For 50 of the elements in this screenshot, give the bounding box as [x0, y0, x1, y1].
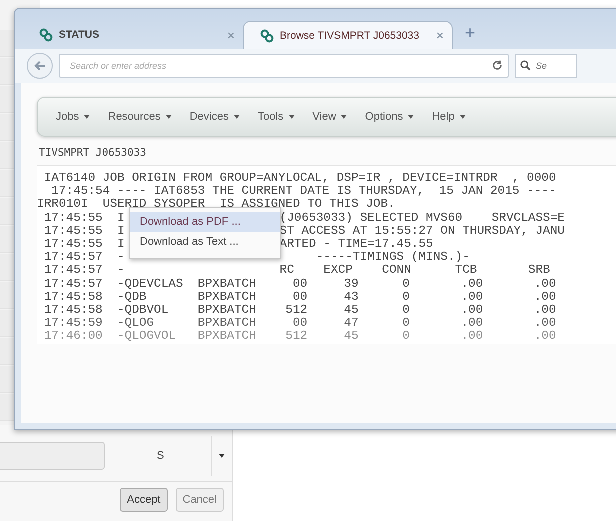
- log-line: IRR010I USERID SYSOPER IS ASSIGNED TO THIS JOB.: [37, 198, 396, 212]
- caret-icon: [341, 115, 348, 119]
- log-line: ARTED - TIME=17.45.55: [280, 238, 434, 252]
- log-line: 17:45:55 I: [43, 224, 125, 238]
- log-line: 17:45:57 -: [43, 264, 125, 278]
- log-line: 17:45:55 I: [43, 238, 125, 252]
- log-line: -----TIMINGS (MINS.)-: [315, 251, 470, 264]
- menu-item[interactable]: Download as Text ...: [130, 232, 280, 252]
- search-field[interactable]: Se: [515, 54, 577, 78]
- address-field[interactable]: Search or enter address: [59, 54, 509, 78]
- input-field[interactable]: [0, 442, 105, 470]
- browser-tab[interactable]: STATUS ×: [23, 21, 243, 49]
- back-arrow-icon: [34, 60, 46, 72]
- cancel-button[interactable]: Cancel: [176, 488, 224, 512]
- log-line: (J0653033) SELECTED MVS60 SRVCLASS=E: [280, 212, 565, 225]
- browser-tab[interactable]: Browse TIVSMPRT J0653033 ×: [243, 21, 453, 49]
- menu-button[interactable]: Help: [430, 109, 468, 125]
- menu-button[interactable]: Devices: [188, 109, 242, 125]
- log-line: 17:45:58 -QDBVOL BPXBATCH 512 45 0 .00 .00: [43, 304, 556, 318]
- log-line: 17:45:57 -QDEVCLAS BPXBATCH 00 39 0 .00 .00: [43, 278, 556, 291]
- job-title: TIVSMPRT J0653033: [39, 147, 148, 159]
- menu-button[interactable]: View: [310, 109, 350, 125]
- log-line: ST ACCESS AT 15:55:27 ON THURSDAY, JANU: [280, 224, 565, 238]
- log-line: 17:45:59 -QLOG BPXBATCH 00 47 0 .00 .00: [43, 317, 556, 330]
- link-icon: [39, 28, 53, 42]
- caret-icon: [84, 115, 90, 119]
- tab-label: STATUS: [59, 29, 100, 41]
- log-line: 17:45:58 -QDB BPXBATCH 00 43 0 .00 .00: [43, 290, 556, 304]
- field-value: S: [157, 450, 164, 462]
- back-button[interactable]: [27, 53, 53, 79]
- caret-icon: [166, 115, 172, 119]
- caret-icon: [460, 115, 466, 119]
- menu-item[interactable]: Download as PDF ...: [130, 212, 280, 232]
- log-line: 17:45:55 I: [43, 212, 125, 225]
- caret-icon: [408, 115, 414, 119]
- log-line: 17:45:54 ---- IAT6853 THE CURRENT DATE IS THURSDAY, 15 JAN 2015 ----: [50, 185, 556, 198]
- log-line: 17:46:00 -QLOGVOL BPXBATCH 512 45 0 .00 .00: [43, 330, 556, 344]
- log-line: IAT6140 JOB ORIGIN FROM GROUP=ANYLOCAL, DSP=IR , DEVICE=INTRDR , 0000: [43, 172, 556, 186]
- caret-icon: [234, 115, 240, 119]
- accept-button[interactable]: Accept: [120, 488, 168, 512]
- log-line: RC EXCP CONN TCB SRB: [280, 264, 550, 278]
- link-icon: [260, 28, 274, 42]
- tab-label: Browse TIVSMPRT J0653033: [280, 30, 420, 42]
- menu-button[interactable]: Options: [363, 109, 416, 125]
- reload-icon[interactable]: [492, 60, 503, 71]
- menu-button[interactable]: Tools: [256, 109, 297, 125]
- menu-button[interactable]: Resources: [106, 109, 174, 125]
- caret-icon: [288, 115, 295, 119]
- menu-button[interactable]: Jobs: [54, 109, 92, 125]
- log-line: 17:45:57 -: [43, 251, 125, 264]
